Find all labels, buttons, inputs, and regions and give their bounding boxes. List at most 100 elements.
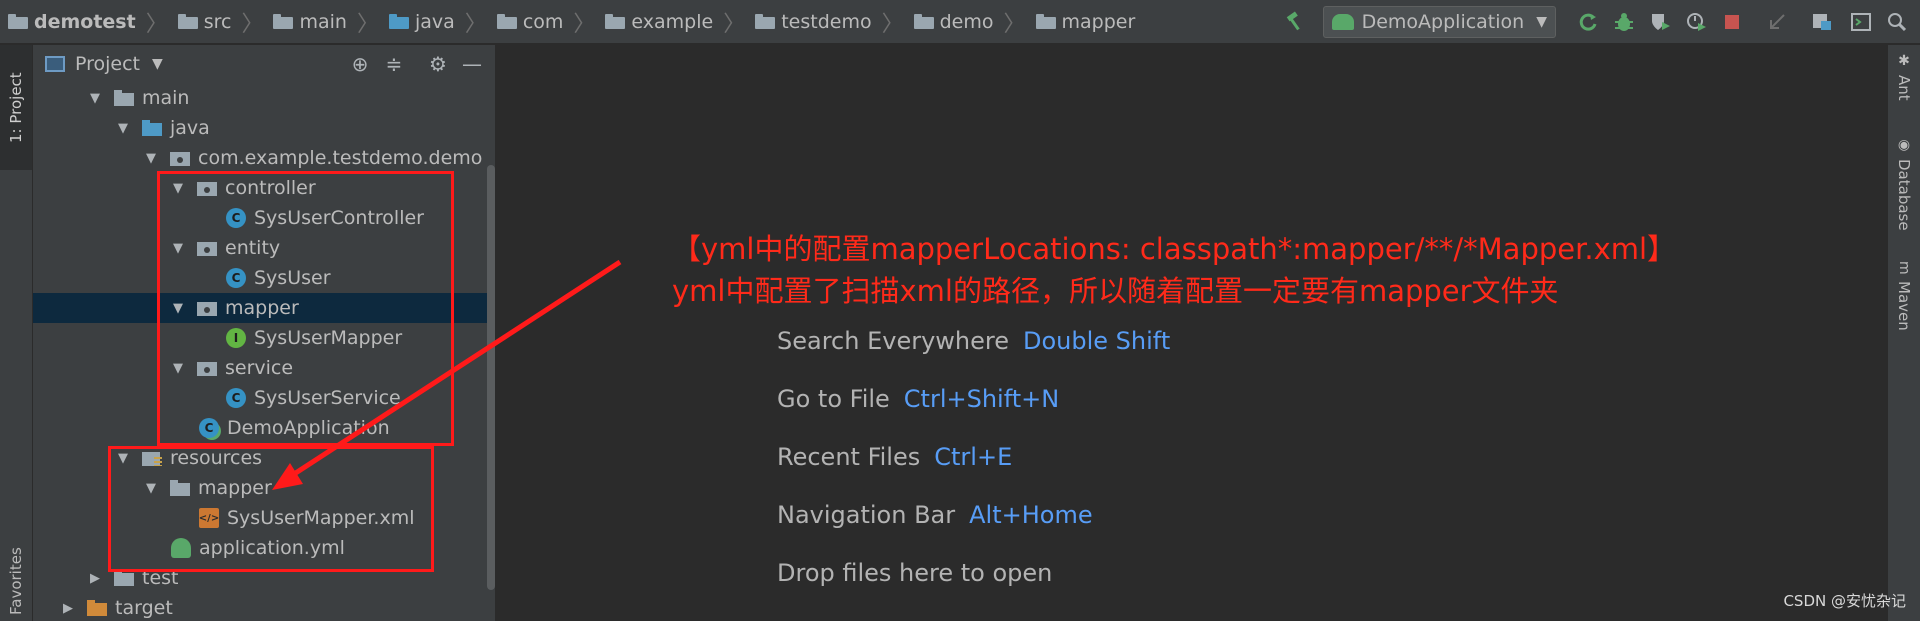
tree-item-entity[interactable]: ▼ entity: [33, 233, 495, 263]
breadcrumb-item-testdemo[interactable]: testdemo: [755, 11, 872, 33]
expand-arrow-icon[interactable]: ▼: [144, 151, 158, 166]
tree-item-com-example-testdemo-demo[interactable]: ▼ com.example.testdemo.demo: [33, 143, 495, 173]
left-tool-strip: 1: Project Favorites: [0, 45, 33, 621]
tree-item-main[interactable]: ▼ main: [33, 83, 495, 113]
chevron-right-icon: 〉: [356, 11, 379, 37]
package-icon: [605, 14, 626, 29]
editor-empty-state: Search Everywhere Double Shift Go to File…: [777, 312, 1170, 602]
breadcrumb-item-main[interactable]: main: [273, 11, 347, 33]
breadcrumb-item-java[interactable]: java: [388, 11, 455, 33]
annotation-line-2: yml中配置了扫描xml的路径，所以随着配置一定要有mapper文件夹: [672, 274, 1559, 308]
folder-icon: [8, 14, 28, 29]
tab-ant[interactable]: ✱ Ant: [1888, 53, 1920, 133]
terminal-icon[interactable]: [1846, 7, 1876, 37]
chevron-down-icon: ▼: [1536, 14, 1547, 30]
expand-arrow-icon[interactable]: ▼: [171, 361, 185, 376]
right-tool-strip: ✱ Ant ◉ Database m Maven: [1887, 45, 1920, 621]
breadcrumb: demotest 〉 src 〉 main 〉 java 〉 com 〉 exa…: [0, 6, 1135, 38]
run-configuration-select[interactable]: DemoApplication ▼: [1322, 6, 1556, 38]
package-icon: [1035, 14, 1056, 29]
package-icon: [197, 300, 217, 316]
excluded-folder-icon: [87, 600, 107, 616]
tree-item-sysusercontroller[interactable]: C SysUserController: [33, 203, 495, 233]
navigation-bar: demotest 〉 src 〉 main 〉 java 〉 com 〉 exa…: [0, 0, 1920, 44]
expand-arrow-icon[interactable]: ▼: [171, 241, 185, 256]
tree-item-mapper-folder[interactable]: ▼ mapper: [33, 473, 495, 503]
folder-icon: [170, 480, 190, 496]
package-icon: [496, 14, 517, 29]
gear-icon[interactable]: ⚙: [421, 52, 455, 76]
tab-maven[interactable]: m Maven: [1888, 261, 1920, 371]
folder-icon: [114, 90, 134, 106]
source-folder-icon: [388, 14, 409, 29]
package-icon: [197, 240, 217, 256]
annotation-text: 【yml中的配置mapperLocations: classpath*:mapp…: [672, 228, 1676, 312]
tab-favorites[interactable]: Favorites: [0, 541, 32, 621]
resources-folder-icon: [142, 450, 162, 466]
chevron-down-icon[interactable]: ▼: [152, 56, 163, 72]
tree-item-target[interactable]: ▶ target: [33, 593, 495, 621]
locate-target-icon[interactable]: ⊕: [343, 52, 377, 76]
tree-item-application-yml[interactable]: application.yml: [33, 533, 495, 563]
collapsed-arrow-icon[interactable]: ▶: [88, 571, 102, 586]
spring-boot-icon: [1331, 14, 1354, 30]
project-view-icon: [45, 56, 65, 72]
chevron-right-icon: 〉: [723, 11, 746, 37]
expand-arrow-icon[interactable]: ▼: [171, 301, 185, 316]
profile-icon[interactable]: [1681, 7, 1711, 37]
rerun-icon[interactable]: [1573, 7, 1603, 37]
expand-arrow-icon[interactable]: ▼: [171, 181, 185, 196]
xml-file-icon: </>: [199, 508, 219, 528]
tree-item-java[interactable]: ▼ java: [33, 113, 495, 143]
ant-icon: ✱: [1896, 53, 1912, 69]
vcs-update-icon[interactable]: [1762, 7, 1792, 37]
database-icon: ◉: [1896, 137, 1912, 153]
coverage-icon[interactable]: [1645, 7, 1675, 37]
tree-item-controller[interactable]: ▼ controller: [33, 173, 495, 203]
yaml-file-icon: [171, 538, 191, 558]
tree-item-mapper-package[interactable]: ▼ mapper: [33, 293, 495, 323]
project-view-select[interactable]: Project: [75, 53, 140, 75]
breadcrumb-item-demo[interactable]: demo: [913, 11, 994, 33]
expand-arrow-icon[interactable]: ▼: [116, 451, 130, 466]
tree-item-service[interactable]: ▼ service: [33, 353, 495, 383]
expand-arrow-icon[interactable]: ▼: [88, 91, 102, 106]
build-hammer-icon[interactable]: [1280, 7, 1310, 37]
package-icon: [755, 14, 776, 29]
search-everywhere-icon[interactable]: [1882, 7, 1912, 37]
chevron-right-icon: 〉: [573, 11, 596, 37]
breadcrumb-item-example[interactable]: example: [605, 11, 713, 33]
breadcrumb-item-mapper[interactable]: mapper: [1035, 11, 1135, 33]
expand-arrow-icon[interactable]: ▼: [144, 481, 158, 496]
breadcrumb-item-src[interactable]: src: [177, 11, 231, 33]
annotation-line-1: 【yml中的配置mapperLocations: classpath*:mapp…: [672, 232, 1677, 266]
tree-item-sysusermapper[interactable]: I SysUserMapper: [33, 323, 495, 353]
tree-item-test[interactable]: ▶ test: [33, 563, 495, 593]
breadcrumb-item-demotest[interactable]: demotest: [8, 11, 136, 33]
tree-item-sysuser[interactable]: C SysUser: [33, 263, 495, 293]
source-folder-icon: [142, 120, 162, 136]
hint-go-to-file: Go to File Ctrl+Shift+N: [777, 385, 1060, 413]
project-structure-icon[interactable]: [1807, 7, 1837, 37]
project-panel-header: Project ▼ ⊕ ≑ ⚙ —: [33, 45, 495, 83]
spring-application-icon: C: [199, 418, 219, 438]
tree-item-sysuserservice[interactable]: C SysUserService: [33, 383, 495, 413]
tree-item-demoapplication[interactable]: C DemoApplication: [33, 413, 495, 443]
tree-item-resources[interactable]: ▼ resources: [33, 443, 495, 473]
hide-minus-icon[interactable]: —: [455, 52, 489, 76]
breadcrumb-item-com[interactable]: com: [496, 11, 563, 33]
folder-icon: [114, 570, 134, 586]
expand-arrow-icon[interactable]: ▼: [116, 121, 130, 136]
main-toolbar: DemoApplication ▼: [1277, 0, 1920, 44]
tree-scrollbar[interactable]: [487, 165, 495, 590]
tab-project[interactable]: 1: Project: [0, 45, 32, 170]
debug-bug-icon[interactable]: [1609, 7, 1639, 37]
chevron-right-icon: 〉: [1003, 11, 1026, 37]
tree-item-sysusermapper-xml[interactable]: </> SysUserMapper.xml: [33, 503, 495, 533]
stop-icon[interactable]: [1717, 7, 1747, 37]
project-tree: ▼ main ▼ java ▼ com.example.testdemo.demo ▼…: [33, 83, 495, 621]
chevron-right-icon: 〉: [241, 11, 264, 37]
collapsed-arrow-icon[interactable]: ▶: [61, 601, 75, 616]
collapse-all-icon[interactable]: ≑: [377, 52, 411, 76]
package-icon: [197, 360, 217, 376]
